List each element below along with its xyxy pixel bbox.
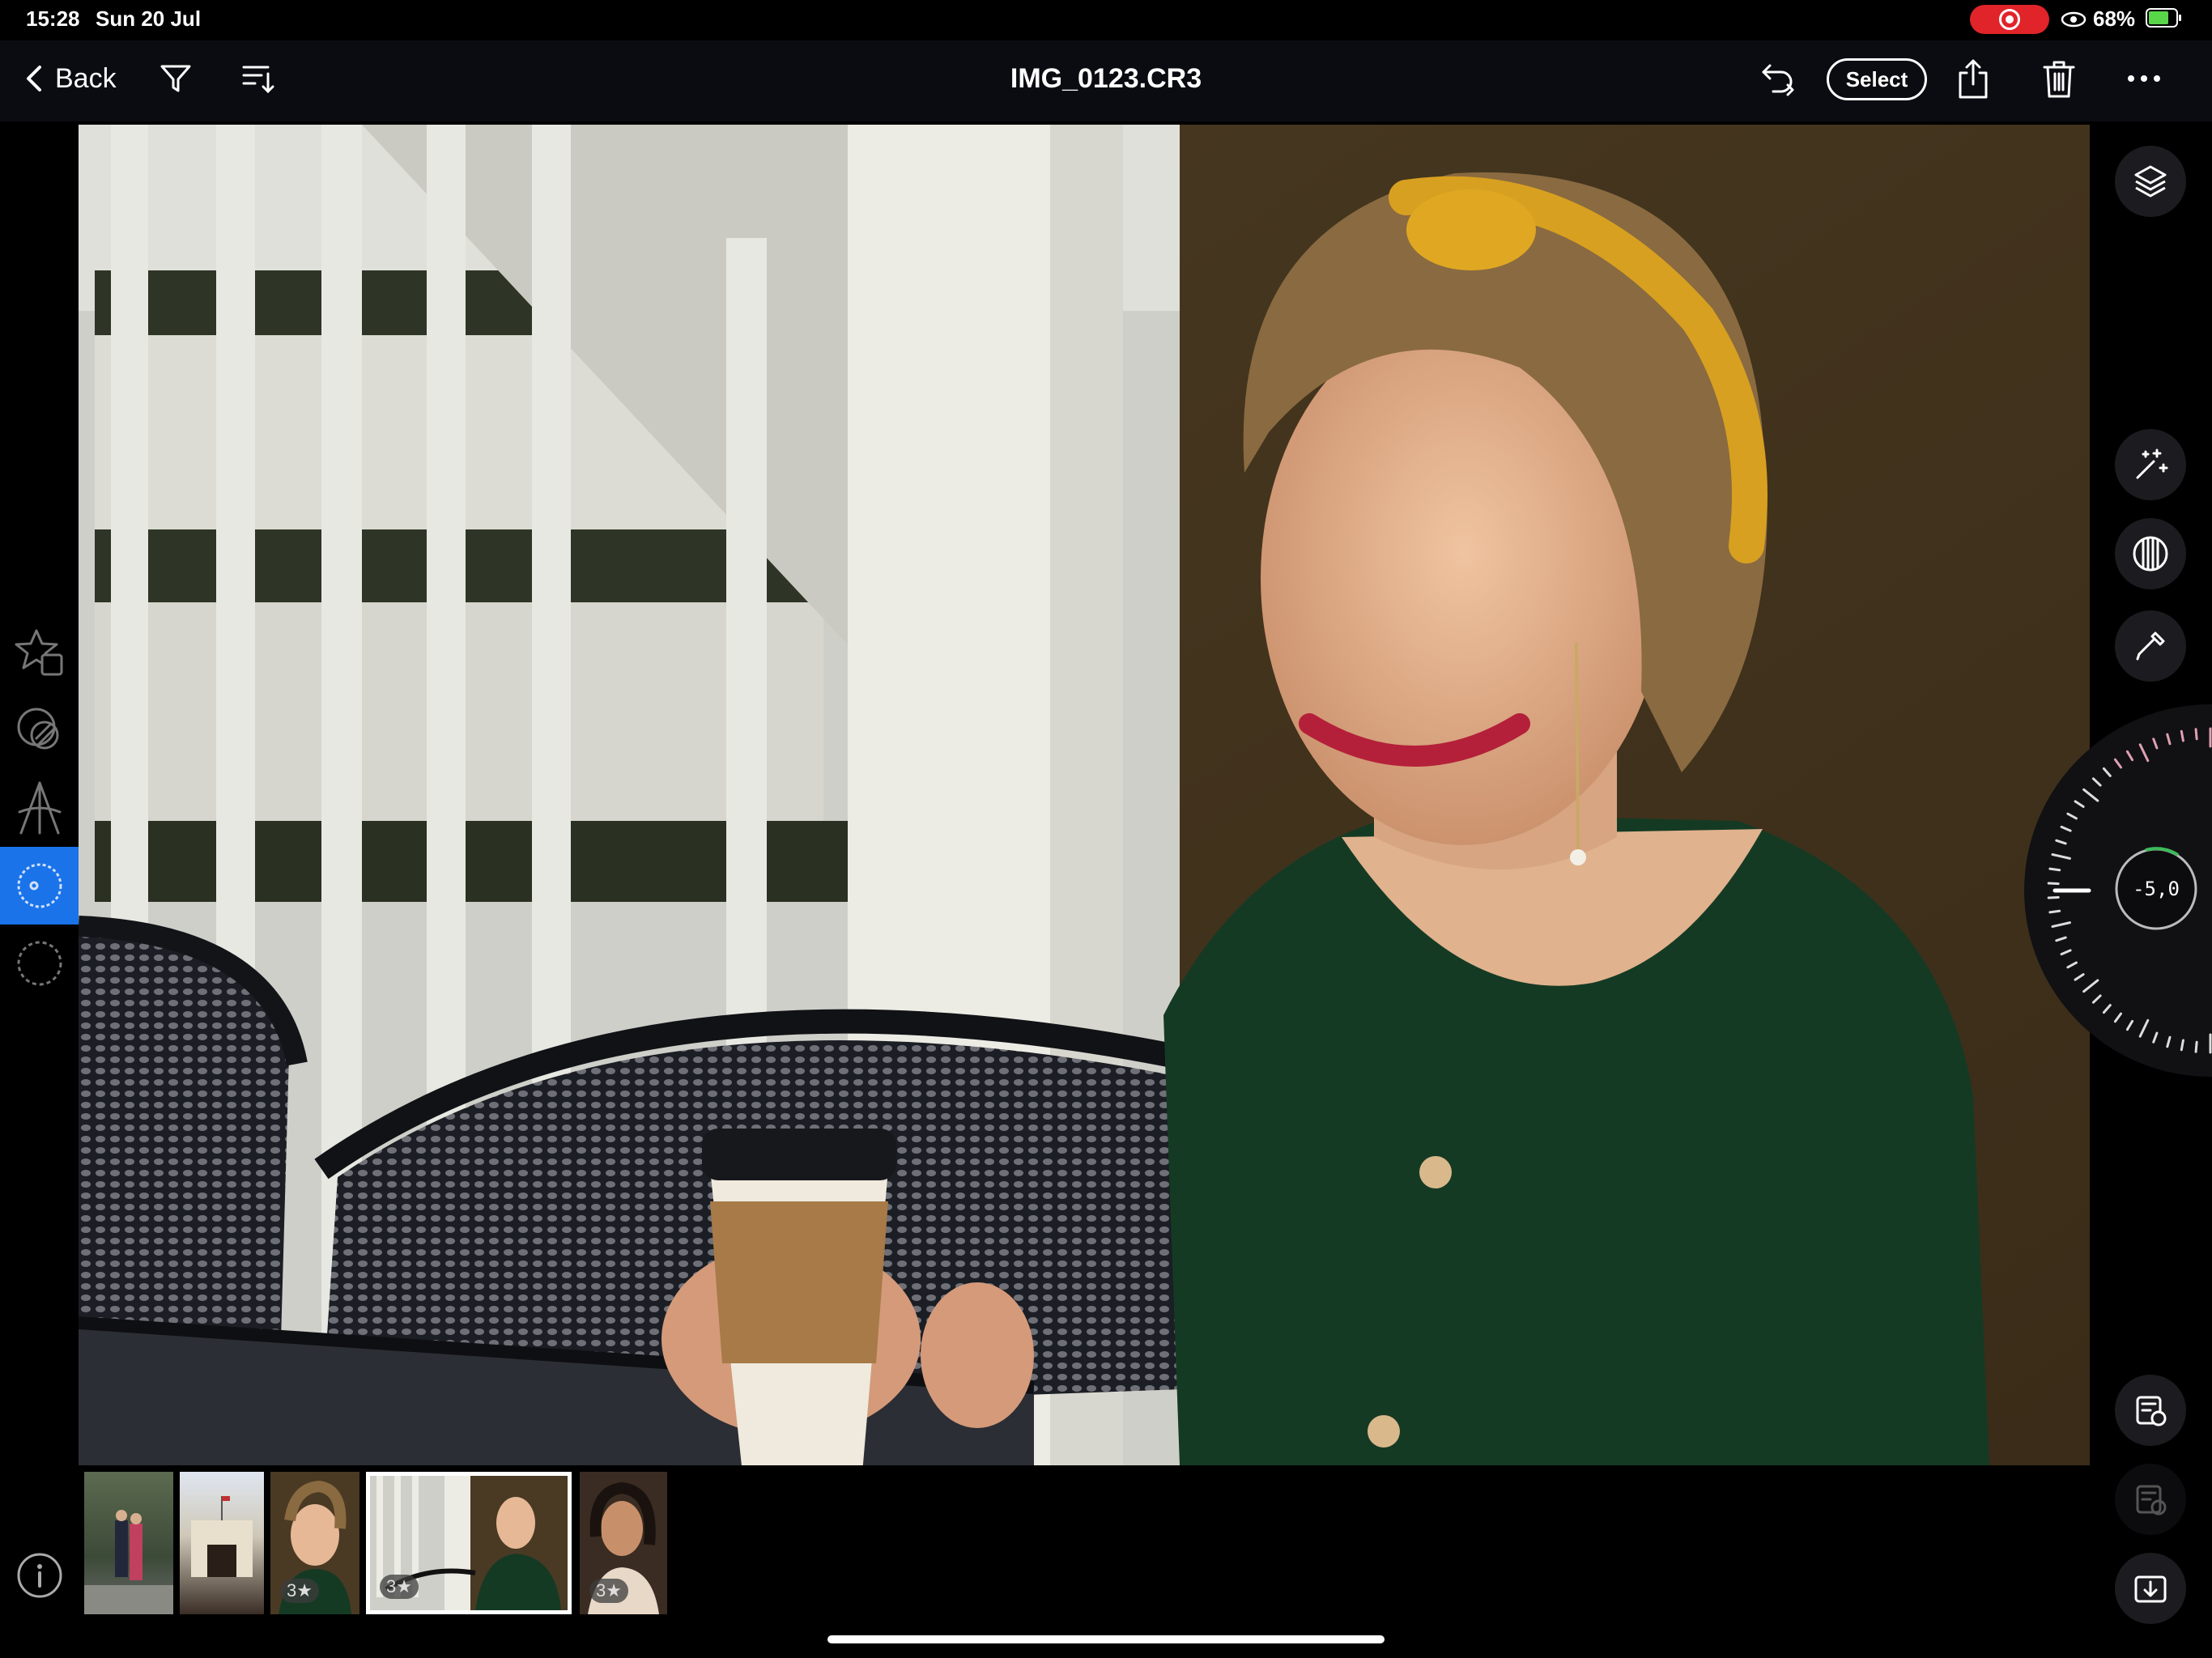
sort-icon [242,66,274,94]
status-time: 15:28 [26,6,80,31]
filmstrip-thumbnail[interactable] [180,1472,264,1614]
dial-tick [2048,909,2061,914]
geometry-tool-button[interactable] [0,769,79,847]
rating-badge: 3★ [380,1575,419,1599]
more-button[interactable] [2121,58,2167,99]
rating-tool-button[interactable] [0,614,79,691]
color-mask-icon [17,708,58,750]
lens-tool-button[interactable] [0,847,79,925]
adjustment-dial[interactable]: -5,0 [2024,704,2212,1077]
dial-tick [2047,895,2060,899]
layers-icon [2134,165,2167,198]
filmstrip-thumbnail[interactable]: 3★ [270,1472,359,1614]
status-date: Sun 20 Jul [96,6,202,31]
star-rating-icon [15,629,62,676]
lens-icon [17,863,62,908]
grain-button[interactable] [2115,518,2186,589]
more-icon [2128,75,2160,82]
copy-settings-icon [2136,1396,2167,1426]
chevron-left-icon [27,66,41,91]
battery-percentage: 68% [2093,6,2136,31]
magic-wand-icon [2136,449,2168,479]
dial-tick [2048,867,2061,872]
paste-settings-icon [2136,1485,2167,1516]
filter-button[interactable] [155,58,196,99]
main-photo[interactable] [79,125,2090,1465]
select-button[interactable]: Select [1827,58,1927,100]
sort-button[interactable] [238,58,279,99]
rating-badge: 3★ [280,1579,319,1603]
record-icon [1999,9,2020,30]
back-label: Back [55,62,117,94]
layers-button[interactable] [2115,146,2186,217]
share-button[interactable] [1953,57,1993,102]
dial-tick [2180,1039,2184,1052]
undo-button[interactable] [1759,58,1799,99]
photo-canvas [79,125,2090,1465]
screen-recording-indicator[interactable] [1970,5,2049,34]
export-button[interactable] [2115,1553,2186,1624]
paste-settings-button[interactable] [2115,1464,2186,1535]
eyedropper-button[interactable] [2115,610,2186,682]
back-button[interactable]: Back [26,58,117,99]
eye-tracking-icon [2061,11,2087,28]
eyedropper-icon [2136,631,2165,661]
battery-icon [2146,8,2181,28]
delete-button[interactable] [2039,57,2079,102]
export-icon [2134,1575,2167,1603]
info-button[interactable] [0,1537,79,1614]
grain-icon [2133,536,2168,572]
dial-tick [2194,728,2198,741]
color-tool-button[interactable] [0,691,79,769]
auto-enhance-button[interactable] [2115,429,2186,500]
undo-icon [1762,64,1794,96]
trash-icon [2043,61,2075,98]
rating-badge: 3★ [589,1579,628,1603]
perspective-icon [18,781,61,835]
home-indicator[interactable] [827,1635,1385,1643]
filmstrip-thumbnail-selected[interactable]: 3★ [366,1472,572,1614]
selection-tool-button[interactable] [0,925,79,1002]
image-title: IMG_0123.CR3 [1010,63,1202,94]
dial-tick [2180,729,2184,742]
filmstrip-thumbnail[interactable]: 3★ [580,1472,667,1614]
filmstrip-thumbnail[interactable] [84,1472,173,1614]
dial-tick [2194,1040,2198,1053]
selection-icon [17,941,62,986]
dial-value: -5,0 [2133,878,2180,900]
dial-tick [2047,882,2060,886]
share-icon [1959,59,1988,99]
copy-settings-button[interactable] [2115,1375,2186,1446]
info-icon [17,1553,62,1598]
filter-icon [160,65,191,92]
